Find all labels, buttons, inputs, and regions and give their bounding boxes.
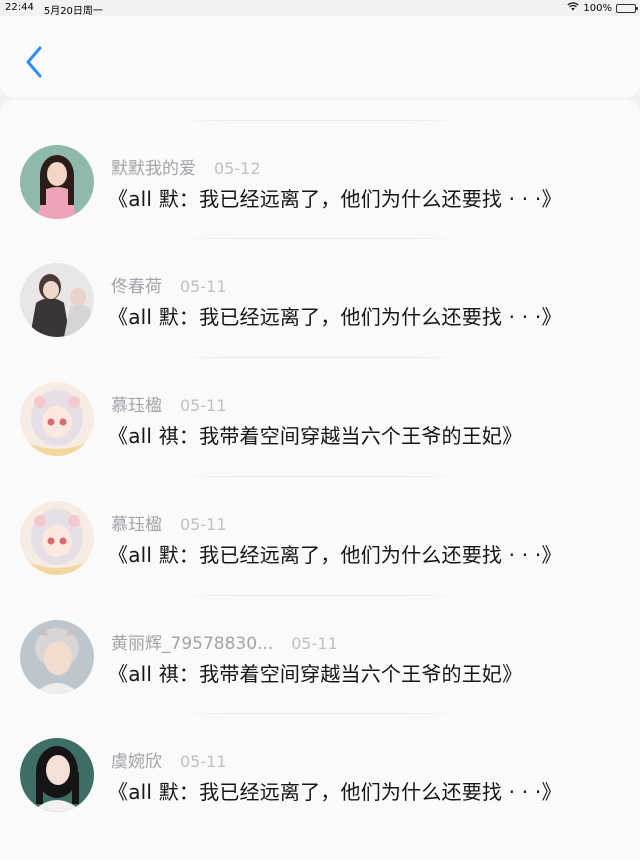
comment-list: 默默我的爱 05-12 《all 默：我已经远离了，他们为什么还要找 · · ·… xyxy=(0,100,640,860)
comment-date: 05-11 xyxy=(180,752,227,771)
comment-date: 05-11 xyxy=(180,515,227,534)
book-title[interactable]: 《all 祺：我带着空间穿越当六个王爷的王妃》 xyxy=(108,420,522,449)
avatar[interactable] xyxy=(20,501,94,575)
avatar[interactable] xyxy=(20,263,94,337)
back-button[interactable] xyxy=(20,46,48,82)
avatar[interactable] xyxy=(20,145,94,219)
avatar[interactable] xyxy=(20,738,94,812)
comment-date: 05-11 xyxy=(180,396,227,415)
username[interactable]: 黄丽辉_79578830... xyxy=(111,629,273,654)
list-item[interactable]: 黄丽辉_79578830... 05-11 《all 祺：我带着空间穿越当六个王… xyxy=(0,595,640,713)
username[interactable]: 虞婉欣 xyxy=(111,747,162,772)
username[interactable]: 慕珏楹 xyxy=(111,391,162,416)
status-time: 22:44 xyxy=(5,2,34,13)
comment-date: 05-12 xyxy=(214,159,261,178)
list-item[interactable]: 慕珏楹 05-11 《all 祺：我带着空间穿越当六个王爷的王妃》 xyxy=(0,357,640,475)
comment-date: 05-11 xyxy=(291,634,338,653)
book-title[interactable]: 《all 默：我已经远离了，他们为什么还要找 · · ·》 xyxy=(108,301,562,330)
username[interactable]: 慕珏楹 xyxy=(111,510,162,535)
chevron-left-icon xyxy=(25,46,43,82)
status-date: 5月20日周一 xyxy=(43,6,103,17)
battery-icon xyxy=(616,3,638,13)
list-item[interactable]: 佟春荷 05-11 《all 默：我已经远离了，他们为什么还要找 · · ·》 xyxy=(0,238,640,356)
book-title[interactable]: 《all 默：我已经远离了，他们为什么还要找 · · ·》 xyxy=(108,776,562,805)
battery-percent: 100% xyxy=(583,2,612,14)
status-bar: 22:44 5月20日周一 100% xyxy=(0,0,640,17)
wifi-icon xyxy=(567,2,580,14)
book-title[interactable]: 《all 默：我已经远离了，他们为什么还要找 · · ·》 xyxy=(108,183,562,212)
comment-date: 05-11 xyxy=(180,277,227,296)
avatar[interactable] xyxy=(20,382,94,456)
username[interactable]: 默默我的爱 xyxy=(111,154,196,179)
navigation-bar xyxy=(0,16,640,98)
list-item[interactable]: 虞婉欣 05-11 《all 默：我已经远离了，他们为什么还要找 · · ·》 xyxy=(0,713,640,831)
book-title[interactable]: 《all 默：我已经远离了，他们为什么还要找 · · ·》 xyxy=(108,539,562,568)
avatar[interactable] xyxy=(20,620,94,694)
list-item[interactable]: 默默我的爱 05-12 《all 默：我已经远离了，他们为什么还要找 · · ·… xyxy=(0,120,640,238)
list-item[interactable]: 慕珏楹 05-11 《all 默：我已经远离了，他们为什么还要找 · · ·》 xyxy=(0,476,640,594)
username[interactable]: 佟春荷 xyxy=(111,272,162,297)
book-title[interactable]: 《all 祺：我带着空间穿越当六个王爷的王妃》 xyxy=(108,658,522,687)
